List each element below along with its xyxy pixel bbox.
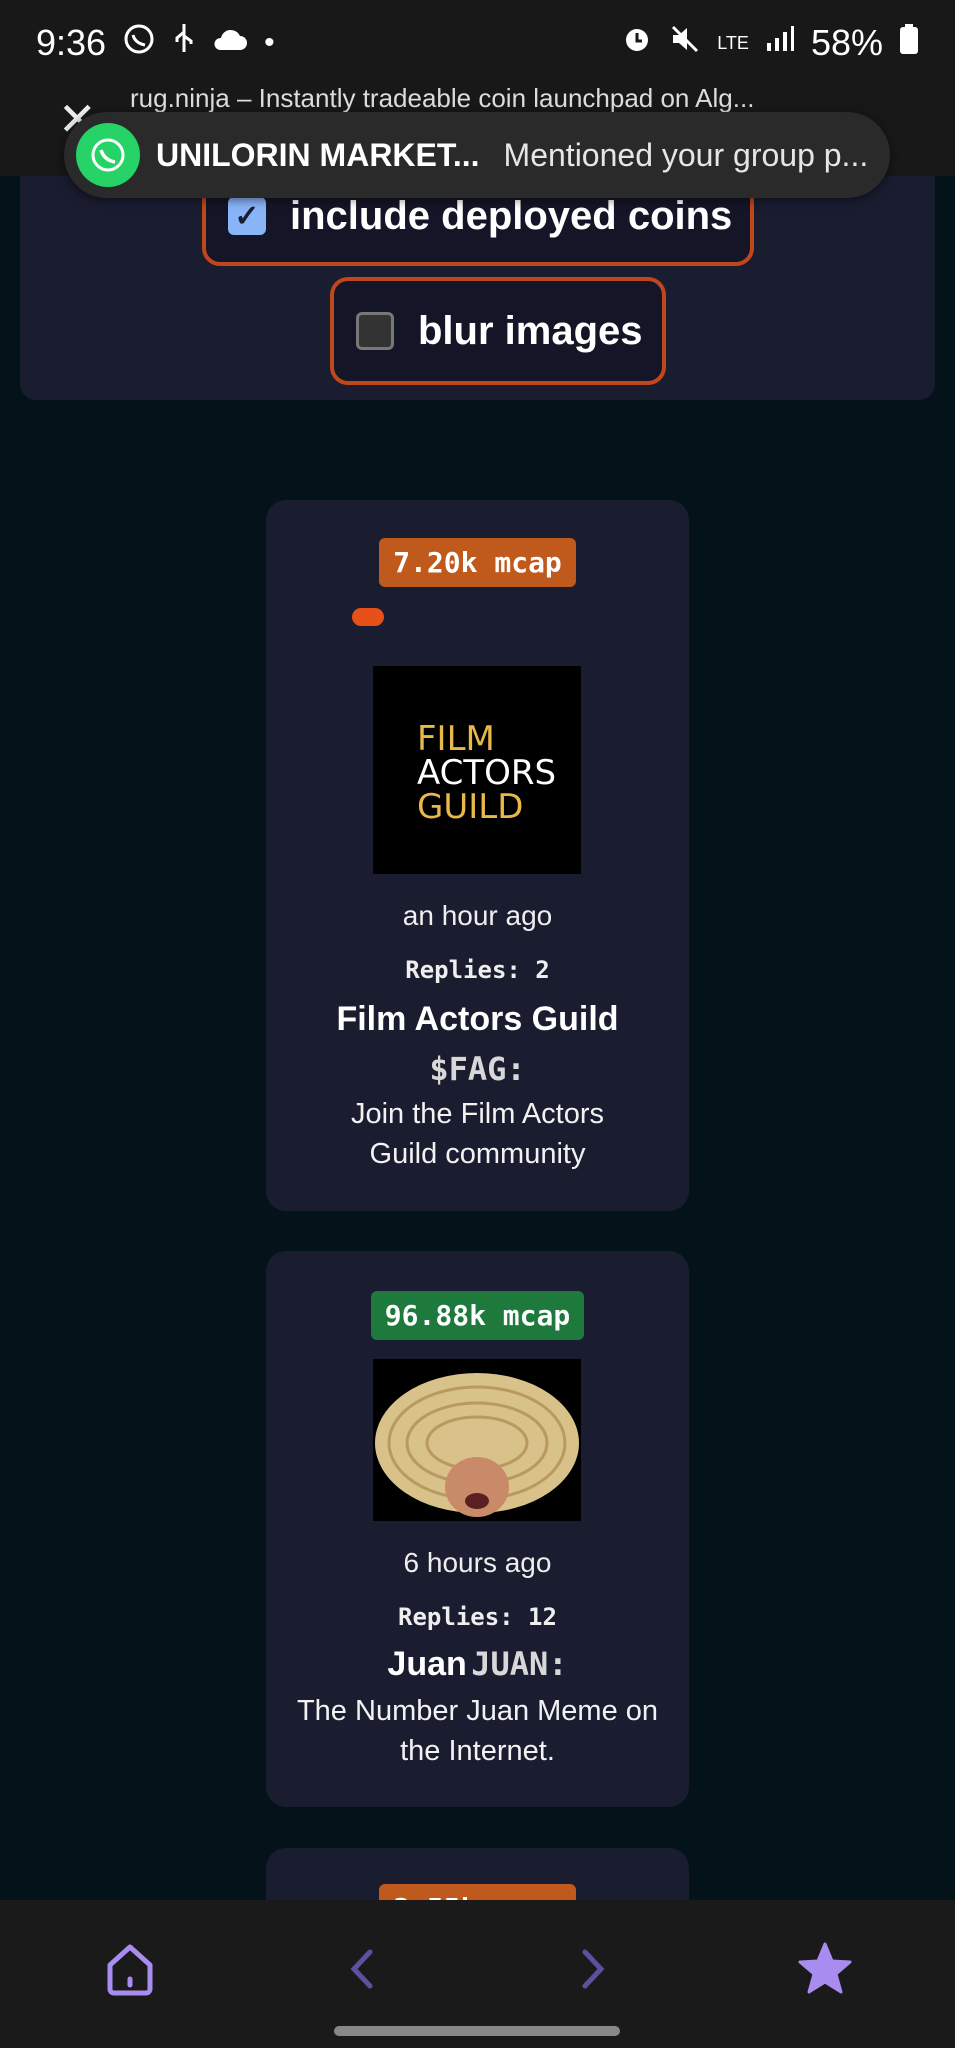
blur-images-toggle[interactable]: blur images xyxy=(330,277,666,385)
status-pill xyxy=(352,608,384,626)
whatsapp-status-icon xyxy=(122,22,156,64)
whatsapp-icon xyxy=(76,123,140,187)
coin-image[interactable]: FILM ACTORS GUILD xyxy=(373,666,581,874)
page-title: rug.ninja – Instantly tradeable coin lau… xyxy=(130,83,755,113)
coin-name[interactable]: Juan xyxy=(387,1645,466,1683)
coin-ticker: JUAN: xyxy=(471,1645,568,1683)
notification-message: Mentioned your group p... xyxy=(503,136,869,173)
clock: 9:36 xyxy=(36,22,107,63)
signal-icon xyxy=(765,25,795,61)
status-right: LTE 58% xyxy=(621,22,919,64)
alarm-icon xyxy=(621,23,653,63)
coin-card[interactable]: 96.88k mcap 6 hours ago Replies: 12 Juan… xyxy=(266,1251,689,1807)
coin-card[interactable]: 7.20k mcap FILM ACTORS GUILD an hour ago… xyxy=(266,500,689,1211)
image-text-line: GUILD xyxy=(417,787,524,827)
replies-count: Replies: 12 xyxy=(398,1603,557,1631)
coin-description: Join the Film Actors Guild community xyxy=(350,1098,605,1170)
battery-percent: 58% xyxy=(810,22,883,63)
mute-icon xyxy=(669,23,701,63)
cloud-icon xyxy=(212,26,248,60)
home-icon[interactable] xyxy=(95,1934,165,2004)
mcap-badge: 7.20k mcap xyxy=(379,538,576,587)
image-text-line: ACTORS xyxy=(417,753,557,793)
mcap-badge: 96.88k mcap xyxy=(370,1291,585,1340)
status-bar: 9:36 • LTE 58% xyxy=(0,0,955,86)
back-icon[interactable] xyxy=(327,1934,397,2004)
blur-images-label: blur images xyxy=(418,308,643,353)
whatsapp-notification[interactable]: UNILORIN MARKET... Mentioned your group … xyxy=(64,112,890,198)
battery-icon xyxy=(899,23,919,63)
checkbox-unchecked-icon[interactable] xyxy=(356,312,394,350)
status-left: 9:36 • xyxy=(36,22,275,64)
coin-name[interactable]: Film Actors Guild xyxy=(266,1000,689,1039)
include-deployed-label: include deployed coins xyxy=(290,193,733,238)
image-text-line: FILM xyxy=(417,719,495,759)
dot-icon: • xyxy=(264,26,275,59)
coin-ticker: $FAG: xyxy=(429,1050,526,1088)
network-type: LTE xyxy=(717,33,749,53)
filters-panel: ✓ include deployed coins blur images xyxy=(20,166,935,400)
sombrero-image xyxy=(375,1373,579,1517)
notification-sender: UNILORIN MARKET... xyxy=(156,136,480,173)
coin-description: The Number Juan Meme on the Internet. xyxy=(296,1695,659,1767)
gesture-bar[interactable] xyxy=(334,2026,620,2036)
forward-icon[interactable] xyxy=(558,1934,628,2004)
star-icon[interactable] xyxy=(790,1934,860,2004)
time-ago: an hour ago xyxy=(402,900,553,931)
coin-image[interactable] xyxy=(373,1359,581,1521)
replies-count: Replies: 2 xyxy=(405,956,550,984)
usb-icon xyxy=(172,22,196,64)
checkbox-checked-icon[interactable]: ✓ xyxy=(228,197,266,235)
time-ago: 6 hours ago xyxy=(403,1547,552,1578)
